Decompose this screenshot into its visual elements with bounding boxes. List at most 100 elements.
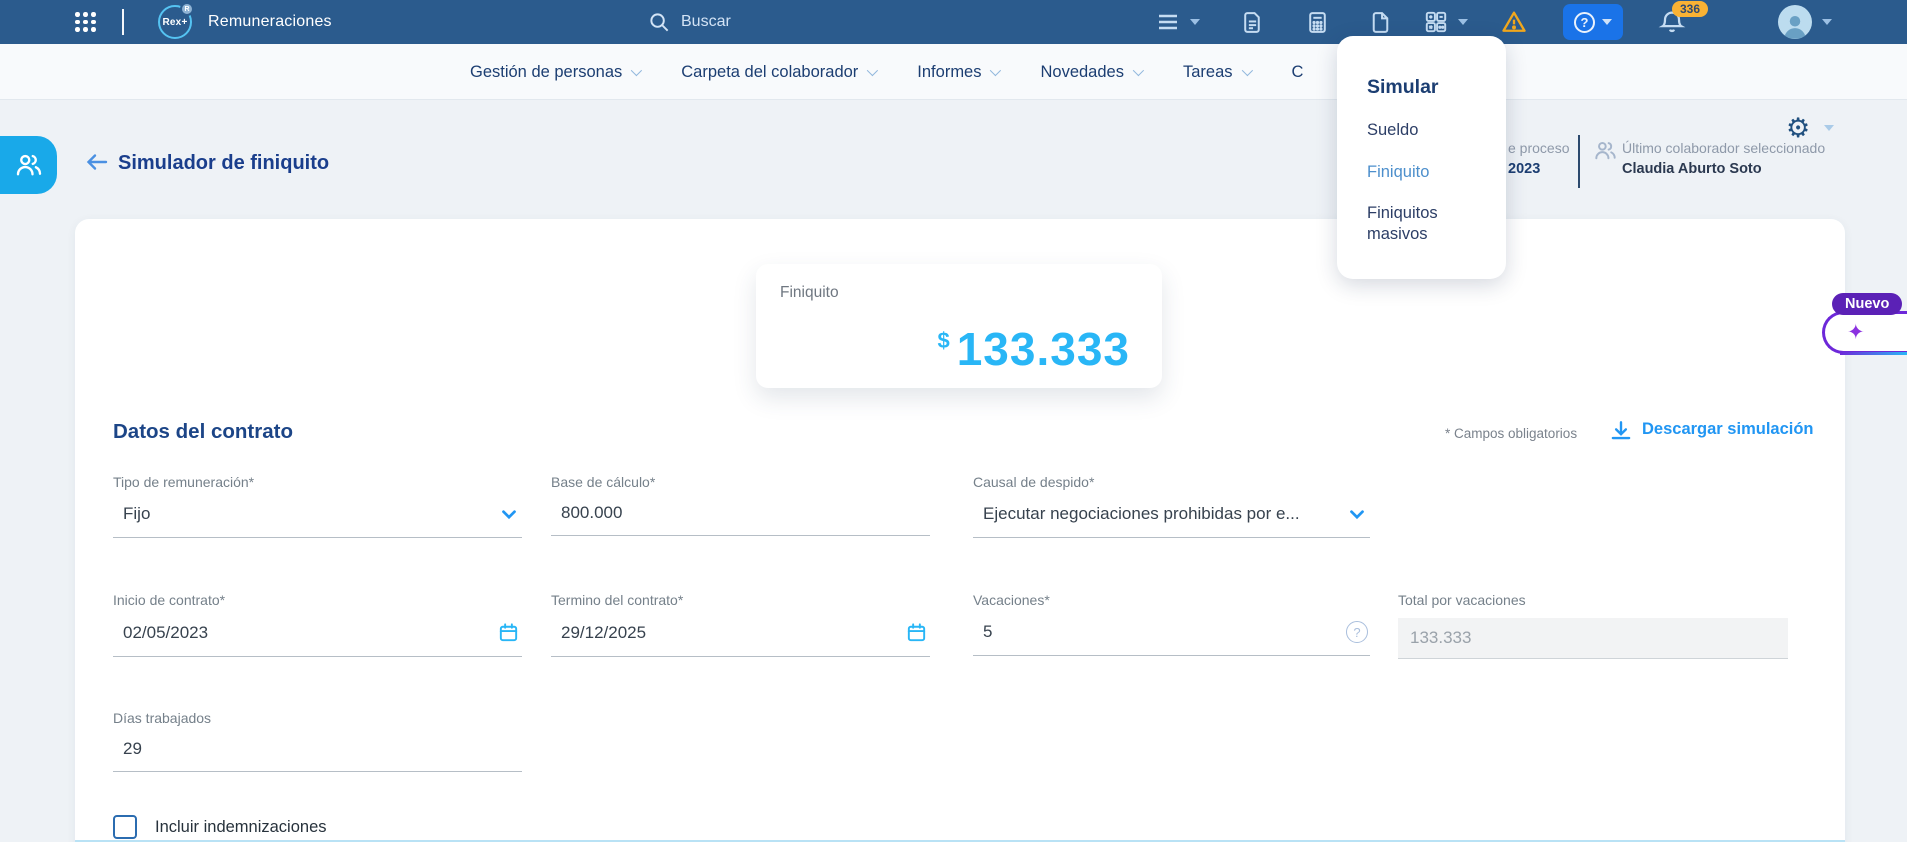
nuevo-feature-tab[interactable]: ✦ — [1822, 311, 1907, 354]
collaborator-people-icon — [1593, 138, 1618, 168]
calendar-icon[interactable] — [497, 621, 520, 644]
simular-dropdown-menu: Simular Sueldo Finiquito Finiquitos masi… — [1337, 36, 1506, 279]
field-value: 5 — [983, 622, 992, 642]
chevron-down-icon — [1133, 65, 1144, 76]
field-tipo-de-remuneracion: Tipo de remuneración* Fijo — [113, 474, 522, 538]
question-icon: ? — [1574, 12, 1595, 33]
sparkle-icon: ✦ — [1847, 320, 1865, 345]
warning-triangle-icon — [1500, 8, 1528, 36]
total-vacaciones-readonly: 133.333 — [1398, 618, 1788, 659]
field-label: Vacaciones* — [973, 592, 1370, 608]
chevron-down-icon — [498, 503, 520, 525]
rex-logo-icon: Rex+ R — [158, 5, 192, 39]
inicio-contrato-date-input[interactable]: 02/05/2023 — [113, 621, 522, 657]
person-icon — [1780, 11, 1810, 39]
logo-badge: R — [180, 2, 194, 16]
math-grid-icon — [1423, 9, 1449, 35]
causal-despido-select[interactable]: Ejecutar negociaciones prohibidas por e.… — [973, 503, 1370, 538]
field-termino-del-contrato: Termino del contrato* 29/12/2025 — [551, 592, 930, 657]
settings-caret[interactable] — [1824, 100, 1834, 156]
collaborator-side-tab[interactable] — [0, 136, 57, 194]
checkbox-label: Incluir indemnizaciones — [155, 818, 327, 837]
calculator-icon — [1305, 10, 1330, 35]
brand-logo: Rex+ R — [158, 0, 192, 44]
field-value: Fijo — [123, 504, 150, 524]
incluir-indemnizaciones-checkbox[interactable] — [113, 815, 137, 839]
nuevo-badge: Nuevo — [1832, 293, 1902, 315]
nuevo-accent-line — [1840, 352, 1907, 355]
field-value: 29 — [123, 739, 142, 759]
vacaciones-input[interactable]: 5 ? — [973, 621, 1370, 656]
field-label: Inicio de contrato* — [113, 592, 522, 608]
dropdown-header-simular: Simular — [1367, 76, 1490, 99]
blank-file-icon — [1368, 10, 1393, 35]
chevron-down-icon — [1458, 19, 1468, 25]
summary-label: Finiquito — [780, 284, 839, 302]
process-period-value-fragment: 2023 — [1508, 161, 1540, 177]
field-inicio-de-contrato: Inicio de contrato* 02/05/2023 — [113, 592, 522, 657]
back-arrow-icon — [84, 150, 110, 174]
alerts-button[interactable] — [1500, 0, 1528, 44]
tab-calculos-partial[interactable]: C — [1292, 63, 1304, 82]
dias-trabajados-input[interactable]: 29 — [113, 739, 522, 772]
chevron-down-icon — [1241, 65, 1252, 76]
avatar-menu-caret[interactable] — [1822, 0, 1832, 44]
calendar-icon[interactable] — [905, 621, 928, 644]
incluir-indemnizaciones-row: Incluir indemnizaciones — [113, 815, 327, 839]
app-grid-icon[interactable] — [75, 0, 96, 44]
finiquito-summary-card: Finiquito $ 133.333 — [756, 264, 1162, 388]
payroll-lines-menu-button[interactable] — [1155, 0, 1200, 44]
field-vacaciones: Vacaciones* 5 ? — [973, 592, 1370, 656]
nine-dots-icon — [75, 12, 96, 32]
topbar-divider — [122, 0, 124, 44]
tab-carpeta-del-colaborador[interactable]: Carpeta del colaborador — [681, 63, 875, 82]
tipo-remuneracion-select[interactable]: Fijo — [113, 503, 522, 538]
chevron-down-icon — [1190, 19, 1200, 25]
search-input[interactable]: Buscar — [648, 0, 731, 44]
chevron-down-icon — [1602, 19, 1612, 25]
calculator-tool-button[interactable] — [1305, 0, 1330, 44]
top-navbar: Rex+ R Remuneraciones Buscar — [0, 0, 1907, 44]
field-value: 800.000 — [561, 503, 622, 523]
tab-novedades[interactable]: Novedades — [1040, 63, 1140, 82]
menu-item-finiquitos-masivos[interactable]: Finiquitos masivos — [1367, 203, 1479, 244]
summary-amount: $ 133.333 — [937, 326, 1130, 372]
menu-item-sueldo[interactable]: Sueldo — [1367, 120, 1490, 141]
user-avatar[interactable] — [1778, 5, 1812, 39]
last-collaborator-name: Claudia Aburto Soto — [1622, 161, 1762, 177]
tab-tareas[interactable]: Tareas — [1183, 63, 1250, 82]
menu-item-finiquito[interactable]: Finiquito — [1367, 162, 1490, 183]
back-button[interactable] — [84, 150, 110, 179]
help-tooltip-icon[interactable]: ? — [1346, 621, 1368, 643]
download-simulation-link[interactable]: Descargar simulación — [1642, 420, 1814, 439]
tab-informes[interactable]: Informes — [917, 63, 998, 82]
field-base-de-calculo: Base de cálculo* 800.000 — [551, 474, 930, 536]
field-label: Termino del contrato* — [551, 592, 930, 608]
notification-count-badge: 336 — [1672, 1, 1708, 17]
field-value: 02/05/2023 — [123, 623, 208, 643]
search-icon — [648, 11, 671, 34]
chevron-down-icon — [1346, 503, 1368, 525]
people-icon — [14, 150, 44, 180]
settings-button[interactable]: ⚙ — [1786, 100, 1810, 156]
process-period-label-fragment: e proceso — [1508, 140, 1569, 156]
field-causal-de-despido: Causal de despido* Ejecutar negociacione… — [973, 474, 1370, 538]
field-label: Días trabajados — [113, 710, 522, 726]
page-title: Simulador de finiquito — [118, 152, 329, 175]
document-tool-button[interactable] — [1240, 0, 1265, 44]
termino-contrato-date-input[interactable]: 29/12/2025 — [551, 621, 930, 657]
field-value: 133.333 — [1410, 628, 1471, 648]
base-calculo-input[interactable]: 800.000 — [551, 503, 930, 536]
field-total-por-vacaciones: Total por vacaciones 133.333 — [1398, 592, 1788, 659]
section-title-datos-del-contrato: Datos del contrato — [113, 420, 293, 444]
help-button[interactable]: ? — [1563, 4, 1623, 40]
field-dias-trabajados: Días trabajados 29 — [113, 710, 522, 772]
download-simulation-button[interactable] — [1608, 418, 1634, 449]
field-value: Ejecutar negociaciones prohibidas por e.… — [983, 504, 1300, 524]
tab-gestion-de-personas[interactable]: Gestión de personas — [470, 63, 639, 82]
chevron-down-icon — [631, 65, 642, 76]
chevron-down-icon — [867, 65, 878, 76]
amount-value: 133.333 — [957, 326, 1130, 372]
app-window: Rex+ R Remuneraciones Buscar — [0, 0, 1907, 842]
download-icon — [1608, 418, 1634, 444]
